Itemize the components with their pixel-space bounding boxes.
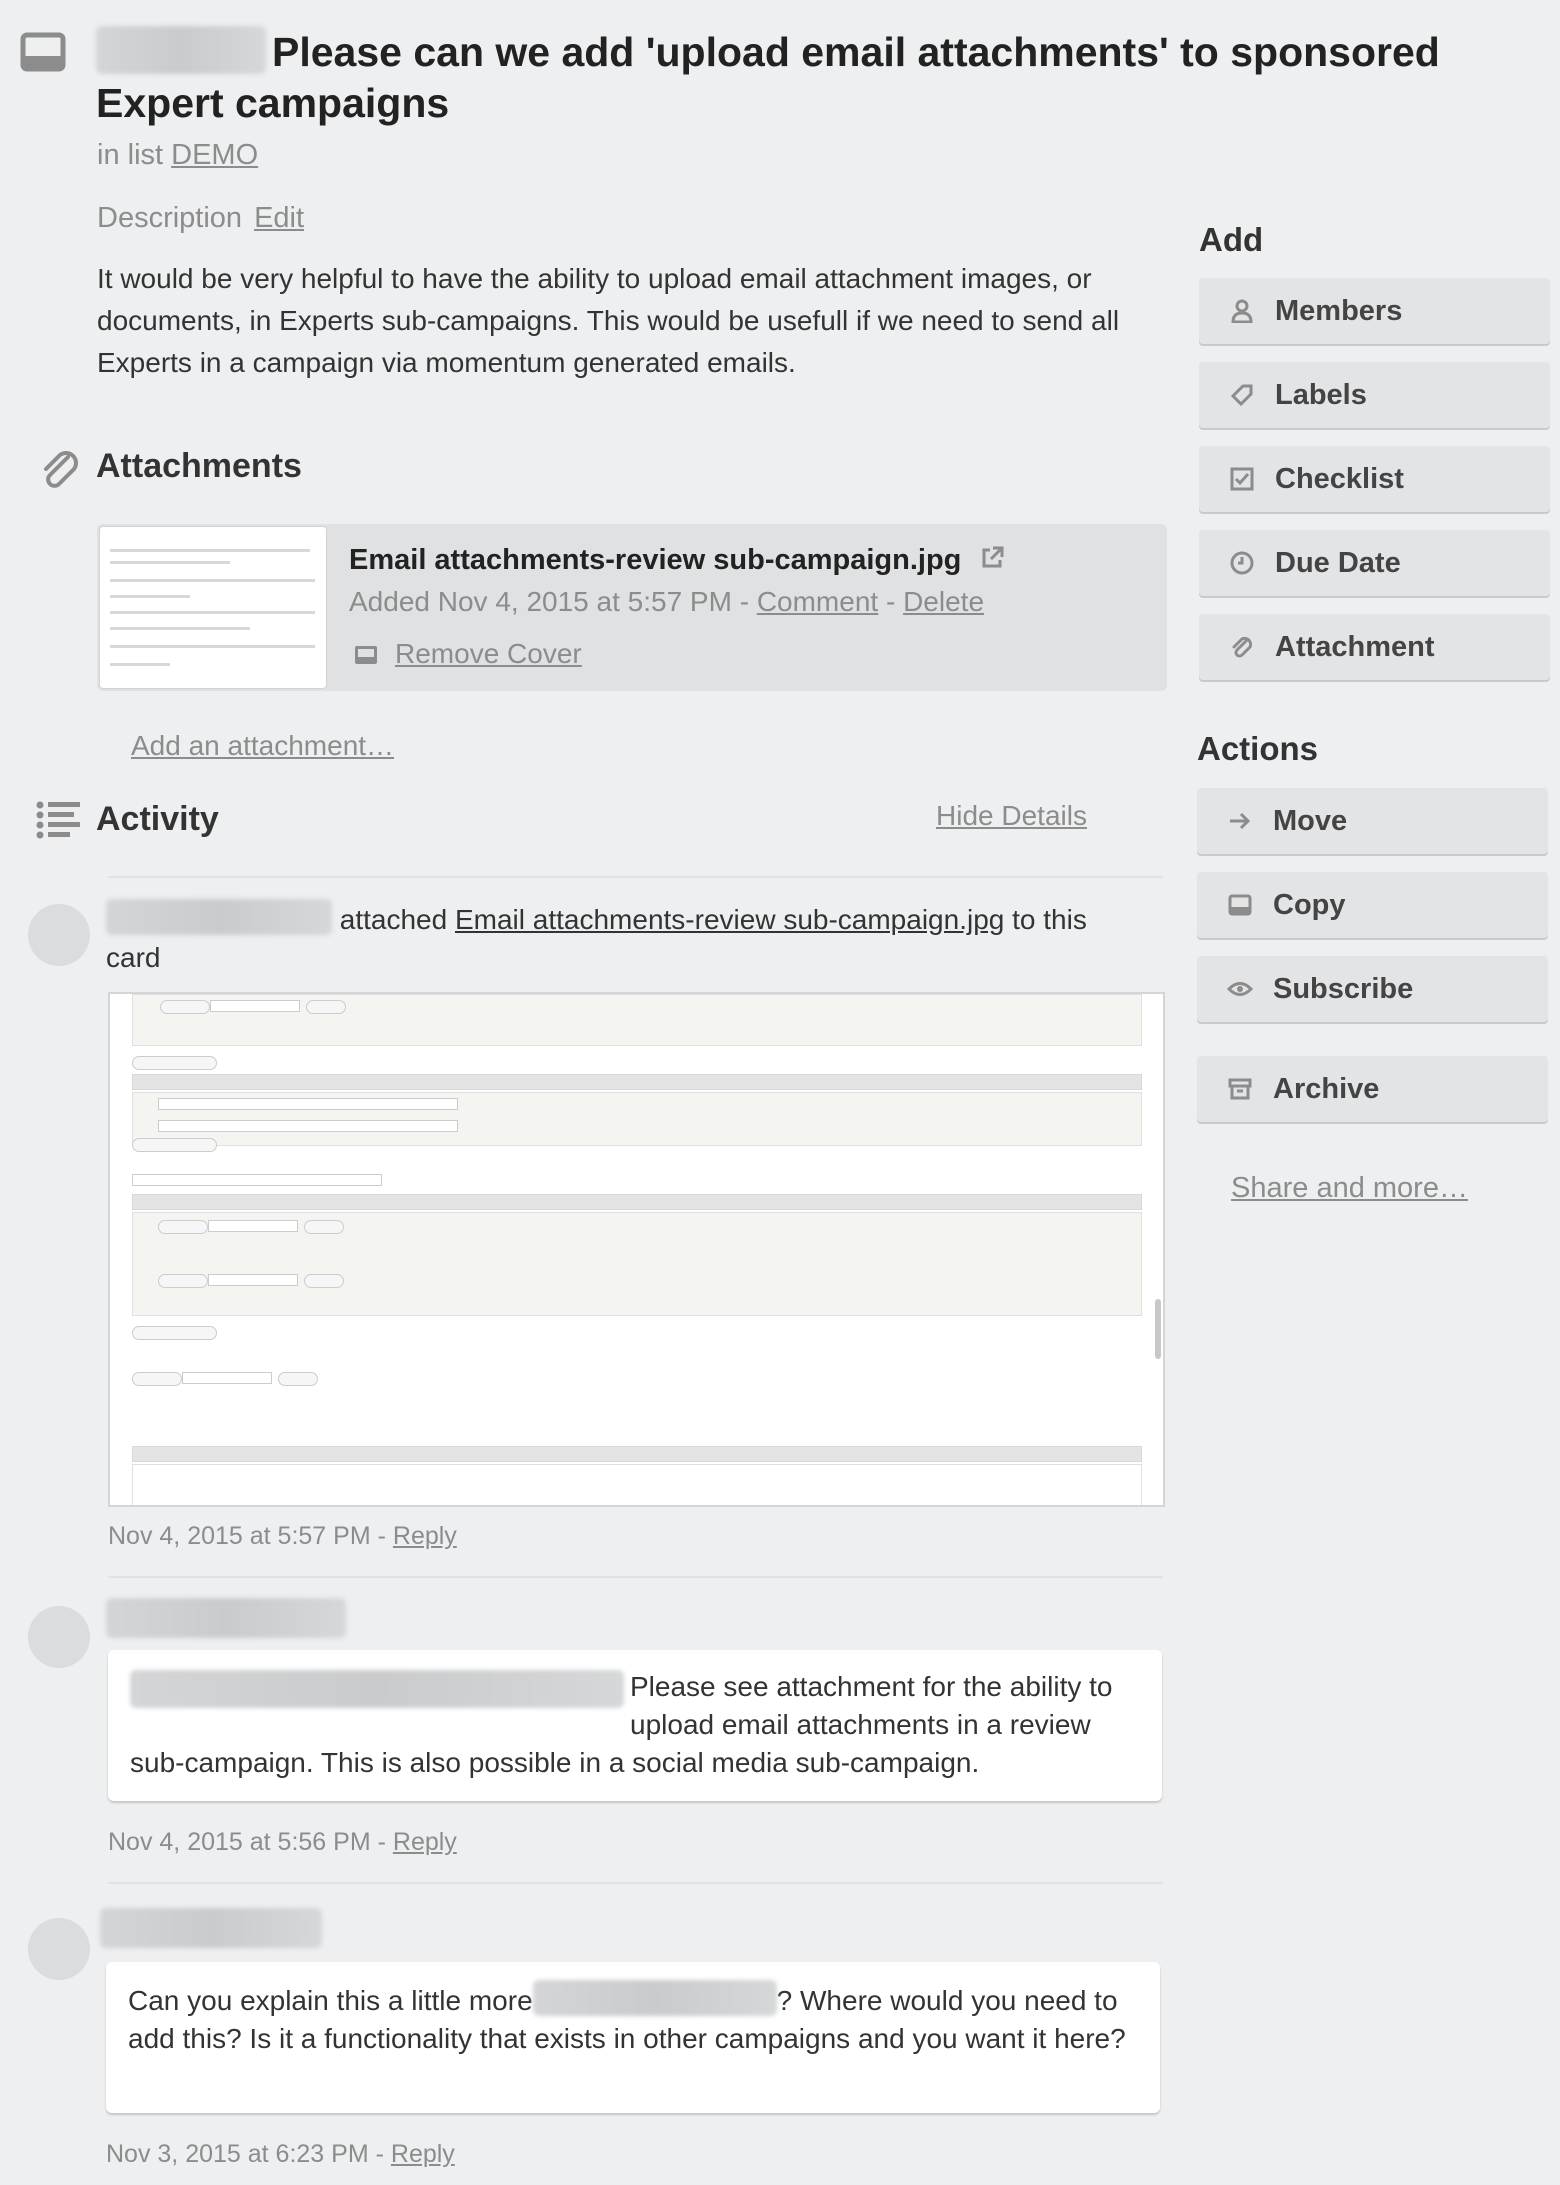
description-header: Description Edit [97,202,305,234]
card-icon [1227,892,1253,918]
divider [108,1882,1163,1884]
list-link[interactable]: DEMO [171,139,258,171]
activity-heading: Activity [96,800,219,838]
reply-link[interactable]: Reply [393,1522,457,1550]
activity-attachment-entry: attached Email attachments-review sub-ca… [106,899,1176,977]
comment-timestamp: Nov 4, 2015 at 5:56 PM - Reply [108,1828,457,1856]
archive-button[interactable]: Archive [1197,1056,1548,1122]
eye-icon [1227,976,1253,1002]
comment-box: Please see attachment for the ability to… [108,1650,1162,1801]
copy-button[interactable]: Copy [1197,872,1548,938]
list-info: in list DEMO [97,139,259,171]
activity-list-icon [36,801,80,839]
comment-timestamp: Nov 3, 2015 at 6:23 PM - Reply [106,2140,455,2168]
checklist-button[interactable]: Checklist [1199,446,1550,512]
paperclip-icon [44,451,78,488]
arrow-right-icon [1227,808,1253,834]
labels-button[interactable]: Labels [1199,362,1550,428]
paperclip-icon [1229,634,1255,660]
description-text: It would be very helpful to have the abi… [97,263,1120,378]
tag-icon [1229,382,1255,408]
add-heading: Add [1199,221,1264,258]
redacted-user [100,1908,322,1948]
cover-icon [355,646,377,664]
archive-icon [1227,1076,1253,1102]
attachment-button[interactable]: Attachment [1199,614,1550,680]
attachment-preview-image[interactable] [108,992,1165,1507]
attachment-comment-link[interactable]: Comment [757,586,878,617]
card-title[interactable]: Please can we add 'upload email attachme… [96,26,1496,129]
redacted-user [106,899,332,935]
clock-icon [1229,550,1255,576]
add-attachment-link[interactable]: Add an attachment… [131,730,394,762]
attachment-thumbnail[interactable] [99,526,327,689]
share-and-more-link[interactable]: Share and more… [1231,1172,1468,1205]
activity-attachment-link[interactable]: Email attachments-review sub-campaign.jp… [455,904,1004,935]
redacted-user [106,1598,346,1638]
avatar[interactable] [28,1606,90,1668]
remove-cover-button[interactable]: Remove Cover [355,638,582,670]
redacted-mention [532,1980,777,2016]
redacted-author [96,26,266,74]
reply-link[interactable]: Reply [391,2140,455,2168]
avatar[interactable] [28,1918,90,1980]
divider [108,876,1163,878]
avatar[interactable] [28,904,90,966]
external-link-icon[interactable] [979,545,1005,571]
edit-description-link[interactable]: Edit [254,202,304,234]
redacted-mention [130,1670,624,1708]
due-date-button[interactable]: Due Date [1199,530,1550,596]
attachment-filename[interactable]: Email attachments-review sub-campaign.jp… [349,544,1005,577]
attachments-heading: Attachments [96,447,302,485]
attachment-meta: Added Nov 4, 2015 at 5:57 PM - Comment -… [349,586,985,617]
attachment-delete-link[interactable]: Delete [903,586,984,617]
hide-details-link[interactable]: Hide Details [936,800,1087,832]
person-icon [1229,298,1255,324]
comment-box: Can you explain this a little more? Wher… [106,1962,1160,2113]
checkbox-icon [1229,466,1255,492]
card-icon [20,32,66,72]
actions-heading: Actions [1197,730,1319,767]
move-button[interactable]: Move [1197,788,1548,854]
attachment-item[interactable]: Email attachments-review sub-campaign.jp… [97,524,1167,691]
subscribe-button[interactable]: Subscribe [1197,956,1548,1022]
activity-timestamp: Nov 4, 2015 at 5:57 PM - Reply [108,1522,457,1550]
members-button[interactable]: Members [1199,278,1550,344]
divider [108,1576,1163,1578]
reply-link[interactable]: Reply [393,1828,457,1856]
